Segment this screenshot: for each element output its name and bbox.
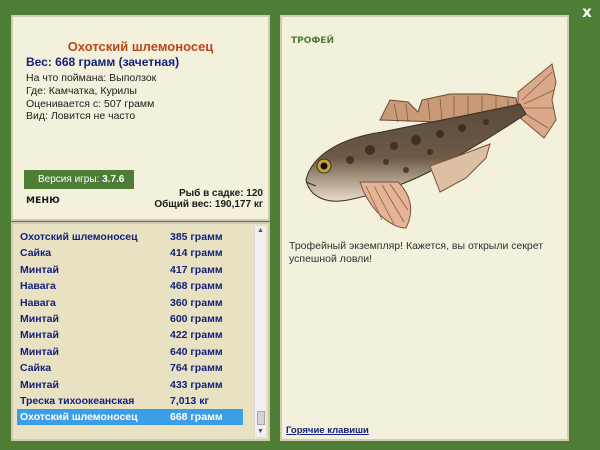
catch-item-weight: 433 грамм xyxy=(170,378,223,391)
catch-list-item[interactable]: Минтай 422 грамм xyxy=(17,327,243,343)
catch-item-name: Минтай xyxy=(20,263,59,276)
catch-item-name: Сайка xyxy=(20,362,52,375)
catch-list-item[interactable]: Минтай 600 грамм xyxy=(17,311,243,327)
catch-item-name: Сайка xyxy=(20,247,52,260)
bait-info: На что поймана: Выползок xyxy=(26,72,157,84)
fish-title: Охотский шлемоносец xyxy=(67,39,214,54)
version-badge: Версия игры: 3.7.6 xyxy=(24,170,134,189)
menu-button[interactable]: МЕНЮ xyxy=(26,196,60,206)
catch-item-name: Минтай xyxy=(20,345,59,358)
version-value: 3.7.6 xyxy=(102,174,125,185)
hotkeys-link[interactable]: Горячие клавиши xyxy=(286,425,369,436)
catch-list-item[interactable]: Сайка 764 грамм xyxy=(17,360,243,376)
list-scrollbar[interactable]: ▲ ▼ xyxy=(254,226,266,437)
catch-item-weight: 7,013 кг xyxy=(170,395,209,407)
catch-list-item[interactable]: Минтай 433 грамм xyxy=(17,377,243,393)
catch-list-item[interactable]: Минтай 417 грамм xyxy=(17,262,243,278)
fish-count: Рыб в садке: 120 xyxy=(178,188,263,199)
catch-item-weight: 417 грамм xyxy=(170,263,223,276)
catch-item-weight: 640 грамм xyxy=(170,345,223,358)
scroll-up-icon[interactable]: ▲ xyxy=(255,226,266,236)
catch-item-name: Минтай xyxy=(20,378,59,391)
catch-list-item[interactable]: Охотский шлемоносец 668 грамм xyxy=(17,409,243,426)
rarity-info: Вид: Ловится не часто xyxy=(26,110,136,122)
catch-list-item[interactable]: Минтай 640 грамм xyxy=(17,344,243,360)
trophy-panel: ТРОФЕЙ Трофейный экземпляр! Кажется, вы … xyxy=(280,15,569,441)
catch-list-item[interactable]: Навага 360 грамм xyxy=(17,295,243,311)
catch-list-item[interactable]: Охотский шлемоносец 385 грамм xyxy=(17,229,243,245)
catch-item-name: Навага xyxy=(20,296,56,309)
value-info: Оценивается с: 507 грамм xyxy=(26,98,155,110)
catch-item-name: Навага xyxy=(20,280,56,293)
catch-item-weight: 360 грамм xyxy=(170,296,223,309)
location-info: Где: Камчатка, Курилы xyxy=(26,85,137,97)
catch-item-name: Охотский шлемоносец xyxy=(20,231,138,243)
catch-list-item[interactable]: Треска тихоокеанская 7,013 кг xyxy=(17,393,243,409)
catch-list[interactable]: Охотский шлемоносец 385 грамм Сайка 414 гра… xyxy=(11,222,270,441)
catch-item-weight: 468 грамм xyxy=(170,280,223,293)
catch-item-weight: 600 грамм xyxy=(170,313,223,325)
catch-item-name: Минтай xyxy=(20,313,59,325)
catch-item-name: Треска тихоокеанская xyxy=(20,395,135,407)
version-label: Версия игры: xyxy=(38,174,100,185)
catch-item-weight: 385 грамм xyxy=(170,231,223,243)
catch-item-weight: 668 грамм xyxy=(170,411,223,424)
catch-item-weight: 764 грамм xyxy=(170,362,223,375)
scroll-down-icon[interactable]: ▼ xyxy=(255,427,266,437)
total-weight: Общий вес: 190,177 кг xyxy=(154,199,263,210)
close-button[interactable]: x xyxy=(578,3,596,21)
catch-item-name: Охотский шлемоносец xyxy=(20,411,138,424)
trophy-message: Трофейный экземпляр! Кажется, вы открыли… xyxy=(289,240,544,265)
scroll-thumb[interactable] xyxy=(257,411,265,425)
fish-weight: Вес: 668 грамм (зачетная) xyxy=(26,55,180,69)
catch-list-item[interactable]: Сайка 414 грамм xyxy=(17,245,243,261)
sculpin-fish-image xyxy=(305,63,557,229)
catch-item-name: Минтай xyxy=(20,329,59,342)
catch-item-weight: 414 грамм xyxy=(170,247,223,260)
catch-list-item[interactable]: Навага 468 грамм xyxy=(17,278,243,294)
catch-item-weight: 422 грамм xyxy=(170,329,223,342)
